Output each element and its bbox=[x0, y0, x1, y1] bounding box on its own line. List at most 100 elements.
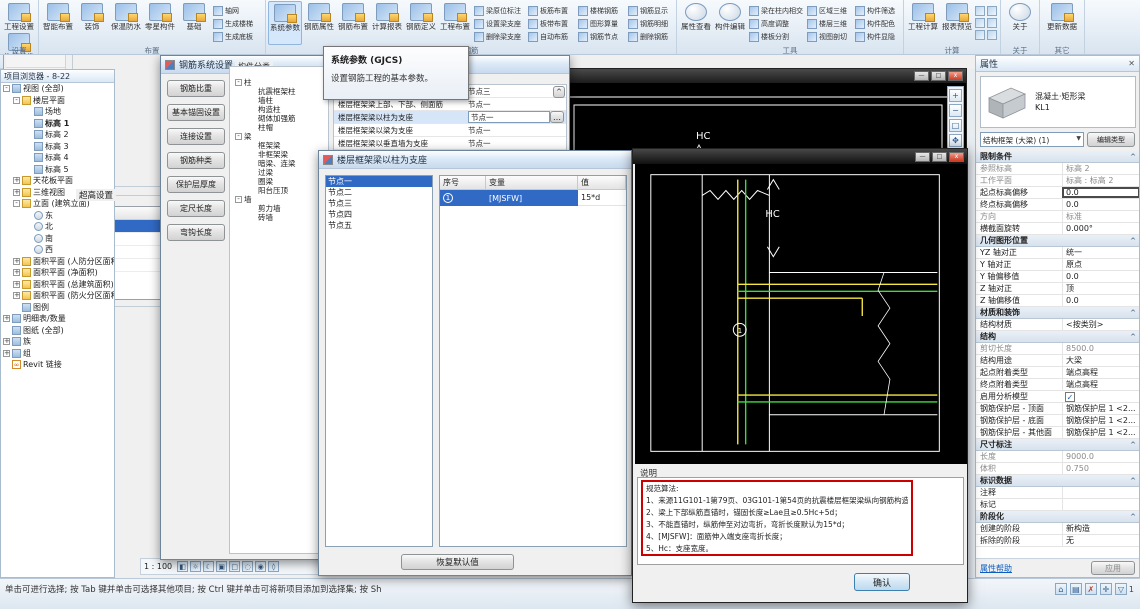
system-params-button[interactable]: 系统参数 bbox=[268, 1, 302, 45]
node-list-item[interactable]: 节点三 bbox=[326, 198, 432, 209]
property-row[interactable]: 长度 9000.0 bbox=[976, 451, 1140, 463]
tree-toggle-icon[interactable] bbox=[13, 258, 20, 265]
visual-style-icon[interactable]: ◧ bbox=[177, 561, 188, 572]
save-report-icon[interactable] bbox=[975, 18, 985, 28]
settings-category-button[interactable]: 弯钩长度 bbox=[167, 224, 225, 241]
tree-toggle-icon[interactable] bbox=[3, 85, 10, 92]
component-tree-item[interactable]: 过梁 bbox=[233, 168, 325, 177]
ribbon-big-button[interactable]: 智能布置 bbox=[41, 1, 75, 45]
design-options-icon[interactable]: ▤ bbox=[1070, 583, 1082, 595]
confirm-button[interactable]: 确认 bbox=[854, 573, 910, 591]
tree-item[interactable]: 面积平面 (净面积) bbox=[1, 267, 114, 279]
tree-item[interactable]: 明细表/数量 bbox=[1, 313, 114, 325]
property-row[interactable]: 起点标高偏移 0.0 bbox=[976, 187, 1140, 199]
component-tree-item[interactable]: 剪力墙 bbox=[233, 204, 325, 213]
tree-item[interactable]: 西 bbox=[1, 244, 114, 256]
component-tree-item[interactable]: 砌体加强筋 bbox=[233, 114, 325, 123]
property-row[interactable]: 钢筋保护层 - 其他面 钢筋保护层 1 <2... bbox=[976, 427, 1140, 439]
ribbon-small-button[interactable]: 钢筋显示 bbox=[626, 4, 674, 17]
ribbon-small-button[interactable]: 楼梯钢筋 bbox=[576, 4, 626, 17]
ribbon-big-button[interactable]: 钢筋定义 bbox=[404, 1, 438, 45]
more-button[interactable]: … bbox=[550, 111, 564, 123]
tree-toggle-icon[interactable] bbox=[13, 281, 20, 288]
property-row[interactable]: 几何图形位置 bbox=[976, 235, 1140, 247]
about-button[interactable]: 关于 bbox=[1003, 1, 1037, 45]
restore-defaults-button[interactable]: 恢复默认值 bbox=[401, 554, 514, 570]
tree-toggle-icon[interactable] bbox=[3, 315, 10, 322]
tree-toggle-icon[interactable] bbox=[13, 189, 20, 196]
update-data-button[interactable]: 更新数据 bbox=[1042, 1, 1082, 45]
ribbon-small-button[interactable]: 设置梁支座 bbox=[472, 17, 526, 30]
ribbon-small-button[interactable]: 区域三维 bbox=[805, 4, 853, 17]
ribbon-small-button[interactable]: 钢筋明细 bbox=[626, 17, 674, 30]
component-tree-item[interactable]: 柱帽 bbox=[233, 123, 325, 132]
tree-item[interactable]: 天花板平面 bbox=[1, 175, 114, 187]
property-row[interactable]: 创建的阶段 新构造 bbox=[976, 523, 1140, 535]
filter-icon[interactable]: ▽ bbox=[1115, 583, 1127, 595]
ribbon-big-button[interactable]: 基础 bbox=[177, 1, 211, 45]
settings-category-button[interactable]: 钢筋比重 bbox=[167, 80, 225, 97]
property-row[interactable]: 结构用途 大梁 bbox=[976, 355, 1140, 367]
ribbon-small-button[interactable]: 生成楼梯 bbox=[211, 17, 263, 30]
apply-button[interactable]: 应用 bbox=[1091, 561, 1135, 575]
tree-item[interactable]: 面积平面 (总建筑面积) bbox=[1, 279, 114, 291]
property-row[interactable]: 起点附着类型 端点高程 bbox=[976, 367, 1140, 379]
tree-item[interactable]: 标高 1 bbox=[1, 118, 114, 130]
close-icon[interactable]: x bbox=[949, 152, 964, 162]
minimize-icon[interactable]: — bbox=[914, 71, 929, 81]
reveal-hidden-icon[interactable]: ◌ bbox=[242, 561, 253, 572]
node-list-item[interactable]: 节点二 bbox=[326, 187, 432, 198]
property-row[interactable]: 参照标高 标高 2 bbox=[976, 163, 1140, 175]
property-row[interactable]: 限制条件 bbox=[976, 151, 1140, 163]
tree-item[interactable]: 面积平面 (人防分区面积) bbox=[1, 256, 114, 268]
settings-category-button[interactable]: 定尺长度 bbox=[167, 200, 225, 217]
tree-toggle-icon[interactable] bbox=[13, 177, 20, 184]
view-scale[interactable]: 1 : 100 bbox=[144, 562, 172, 571]
property-row[interactable]: 体积 0.750 bbox=[976, 463, 1140, 475]
ribbon-small-button[interactable]: 板筋布置 bbox=[526, 4, 576, 17]
ribbon-small-button[interactable]: 梁在柱内相交 bbox=[747, 4, 805, 17]
tree-toggle-icon[interactable] bbox=[235, 133, 242, 140]
tree-item[interactable]: 标高 2 bbox=[1, 129, 114, 141]
close-icon[interactable]: ✕ bbox=[1128, 59, 1135, 68]
ribbon-small-button[interactable]: 梁原位标注 bbox=[472, 4, 526, 17]
property-row[interactable]: Y 轴对正 原点 bbox=[976, 259, 1140, 271]
component-tree-item[interactable]: 暗梁、连梁 bbox=[233, 159, 325, 168]
scroll-up-button[interactable]: ^ bbox=[553, 86, 565, 98]
ribbon-small-button[interactable]: 轴网 bbox=[211, 4, 263, 17]
ribbon-small-button[interactable]: 构件配色 bbox=[853, 17, 901, 30]
tree-toggle-icon[interactable] bbox=[235, 79, 242, 86]
maximize-icon[interactable]: □ bbox=[932, 152, 947, 162]
property-row[interactable]: Z 轴对正 顶 bbox=[976, 283, 1140, 295]
tree-toggle-icon[interactable] bbox=[13, 200, 20, 207]
property-row[interactable]: 钢筋保护层 - 顶面 钢筋保护层 1 <2... bbox=[976, 403, 1140, 415]
zoom-in-icon[interactable]: + bbox=[949, 89, 962, 102]
tree-item[interactable]: 南 bbox=[1, 233, 114, 245]
tree-item[interactable]: 图例 bbox=[1, 302, 114, 314]
tree-item[interactable]: 图纸 (全部) bbox=[1, 325, 114, 337]
ribbon-big-button[interactable]: 报表预览 bbox=[940, 1, 974, 45]
tree-item[interactable]: 标高 5 bbox=[1, 164, 114, 176]
minimize-icon[interactable]: — bbox=[915, 152, 930, 162]
ribbon-big-button[interactable]: 零星构件 bbox=[143, 1, 177, 45]
component-tree-item[interactable]: 墙 bbox=[233, 195, 325, 204]
ribbon-small-button[interactable]: 钢筋节点 bbox=[576, 30, 626, 43]
property-row[interactable]: 启用分析模型 ✓ bbox=[976, 391, 1140, 403]
property-row[interactable]: 结构材质 <按类别> bbox=[976, 319, 1140, 331]
node-setting-row[interactable]: 楼层框架梁以垂直墙为支座 节点一 … bbox=[334, 137, 566, 150]
component-tree-item[interactable]: 非框架梁 bbox=[233, 150, 325, 159]
ribbon-big-button[interactable]: 钢筋属性 bbox=[302, 1, 336, 45]
ribbon-big-button[interactable]: 构件编辑 bbox=[713, 1, 747, 45]
component-tree-item[interactable]: 墙柱 bbox=[233, 96, 325, 105]
property-row[interactable]: 尺寸标注 bbox=[976, 439, 1140, 451]
node-list-item[interactable]: 节点一 bbox=[326, 176, 432, 187]
ribbon-small-button[interactable]: 高度调整 bbox=[747, 17, 805, 30]
property-row[interactable]: 横截面旋转 0.000° bbox=[976, 223, 1140, 235]
ribbon-big-button[interactable]: 工程计算 bbox=[906, 1, 940, 45]
edit-type-button[interactable]: 编辑类型 bbox=[1087, 132, 1135, 147]
calculator-icon[interactable] bbox=[987, 30, 997, 40]
component-tree-item[interactable]: 柱 bbox=[233, 78, 325, 87]
ribbon-big-button[interactable]: 钢筋布置 bbox=[336, 1, 370, 45]
ribbon-small-button[interactable]: 构件显隐 bbox=[853, 30, 901, 43]
ribbon-small-button[interactable]: 删除钢筋 bbox=[626, 30, 674, 43]
